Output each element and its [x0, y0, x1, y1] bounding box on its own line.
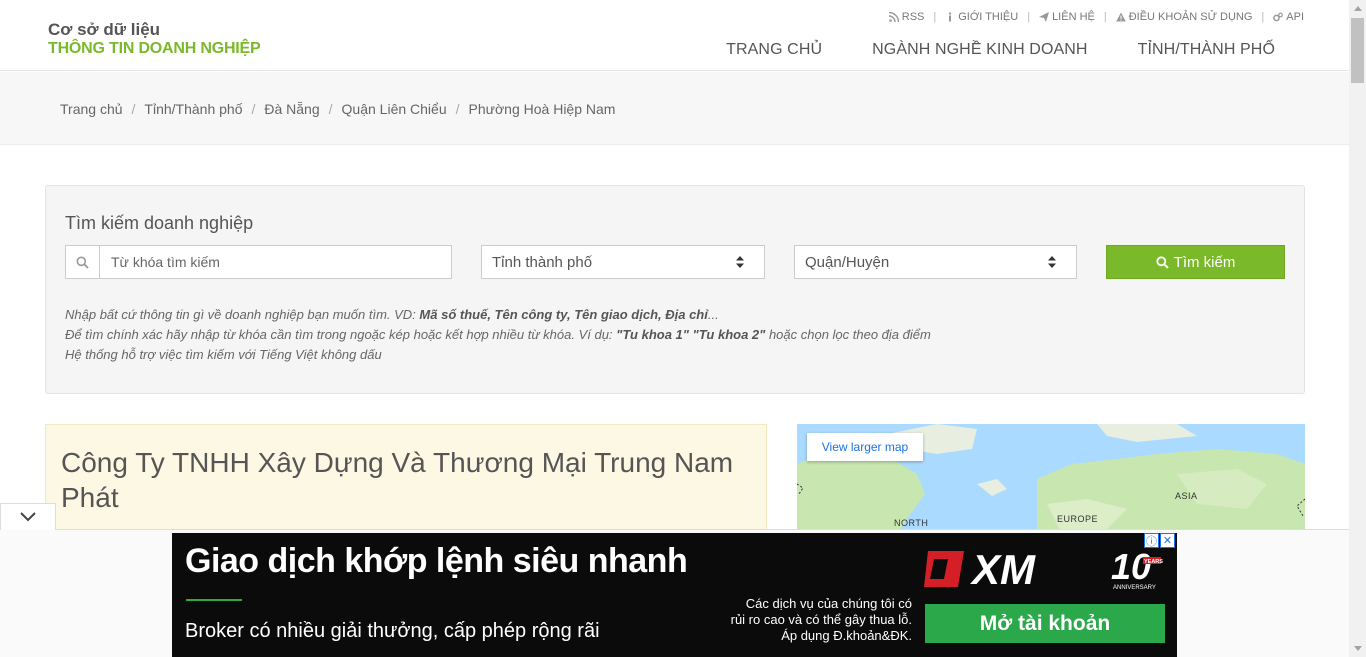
toplink-api-label: API — [1286, 11, 1304, 23]
map-label-north: NORTH — [894, 518, 929, 528]
map-label-europe: EUROPE — [1057, 514, 1099, 524]
breadcrumb-separator: / — [328, 101, 333, 117]
search-button-label: Tìm kiếm — [1173, 253, 1236, 271]
ad-disclaimer-line3: Áp dụng Đ.khoản&ĐK. — [781, 628, 912, 643]
ad-disclaimer-line2: rủi ro cao và có thể gây thua lỗ. — [730, 612, 912, 627]
page-scrollbar[interactable] — [1349, 0, 1366, 657]
anniversary-number: 10 — [1111, 546, 1151, 587]
keyword-search-field[interactable]: Từ khóa tìm kiếm — [65, 245, 452, 279]
hint-line-2: Để tìm chính xác hãy nhập từ khóa cần tì… — [65, 325, 931, 345]
hint2-text: Để tìm chính xác hãy nhập từ khóa cần tì… — [65, 327, 617, 342]
main-nav: TRANG CHỦ NGÀNH NGHỀ KINH DOANH TỈNH/THÀ… — [726, 41, 1275, 59]
breadcrumb-city[interactable]: Đà Nẵng — [264, 101, 319, 117]
toplink-api[interactable]: API — [1273, 11, 1304, 23]
hint1-bold: Mã số thuế, Tên công ty, Tên giao dịch, … — [419, 307, 708, 322]
search-icon — [1156, 255, 1169, 269]
ad-disclaimer-line1: Các dịch vụ của chúng tôi có — [745, 596, 912, 611]
toplink-terms[interactable]: ĐIỀU KHOẢN SỬ DỤNG — [1115, 11, 1253, 23]
ad-divider — [186, 599, 242, 601]
top-links: RSS | GIỚI THIỆU | LIÊN HỆ | ĐIỀU KHOẢN … — [888, 11, 1304, 23]
site-logo[interactable]: Cơ sở dữ liệu THÔNG TIN DOANH NGHIỆP — [48, 20, 261, 58]
search-button[interactable]: Tìm kiếm — [1106, 245, 1285, 279]
nav-industries[interactable]: NGÀNH NGHỀ KINH DOANH — [872, 41, 1087, 59]
hint-line-3: Hệ thống hỗ trợ việc tìm kiếm với Tiếng … — [65, 347, 382, 362]
toplink-about-label: GIỚI THIỆU — [958, 11, 1019, 23]
toplink-contact[interactable]: LIÊN HỆ — [1039, 11, 1095, 23]
paper-plane-icon — [1039, 12, 1050, 22]
logo-line2: THÔNG TIN DOANH NGHIỆP — [48, 40, 261, 57]
separator: | — [1027, 11, 1031, 23]
anniversary-years: YEARS — [1144, 559, 1163, 565]
ad-subline: Broker có nhiều giải thưởng, cấp phép rộ… — [185, 620, 600, 642]
xm-brand-text: XM — [970, 546, 1036, 591]
breadcrumb: Trang chủ / Tỉnh/Thành phố / Đà Nẵng / Q… — [60, 101, 615, 117]
breadcrumb-provinces[interactable]: Tỉnh/Thành phố — [144, 101, 242, 117]
toplink-rss-label: RSS — [901, 11, 925, 23]
chevron-down-icon — [20, 512, 36, 522]
toplink-about[interactable]: GIỚI THIỆU — [945, 11, 1018, 23]
toplink-terms-label: ĐIỀU KHOẢN SỬ DỤNG — [1128, 11, 1253, 23]
hint1-suffix: ... — [707, 307, 719, 322]
ad-collapse-button[interactable] — [0, 503, 56, 530]
breadcrumb-district[interactable]: Quận Liên Chiểu — [342, 101, 447, 117]
keyword-input[interactable]: Từ khóa tìm kiếm — [100, 246, 451, 278]
breadcrumb-separator: / — [251, 101, 256, 117]
province-select[interactable]: Tỉnh thành phố — [481, 245, 765, 279]
ad-choices[interactable]: ⓘ ✕ — [1144, 533, 1175, 548]
toplink-rss[interactable]: RSS — [888, 11, 925, 23]
separator: | — [1103, 11, 1107, 23]
nav-provinces[interactable]: TỈNH/THÀNH PHỐ — [1138, 41, 1275, 59]
sort-arrows-icon — [736, 256, 744, 268]
province-select-value: Tỉnh thành phố — [492, 253, 593, 271]
search-title: Tìm kiếm doanh nghiệp — [65, 213, 254, 233]
hint2-bold: "Tu khoa 1" "Tu khoa 2" — [616, 327, 766, 342]
ad-headline: Giao dịch khớp lệnh siêu nhanh — [185, 542, 688, 580]
logo-line1: Cơ sở dữ liệu — [48, 20, 161, 39]
company-map[interactable]: View larger map NORTH EUROPE ASIA — [797, 424, 1305, 544]
breadcrumb-separator: / — [455, 101, 460, 117]
breadcrumb-ward: Phường Hoà Hiệp Nam — [468, 101, 616, 117]
gears-icon — [1273, 12, 1284, 22]
company-card: Công Ty TNHH Xây Dựng Và Thương Mại Trun… — [45, 424, 767, 544]
breadcrumb-bar: Trang chủ / Tỉnh/Thành phố / Đà Nẵng / Q… — [0, 72, 1349, 145]
breadcrumb-home[interactable]: Trang chủ — [60, 101, 123, 117]
anniversary-label: ANNIVERSARY — [1113, 585, 1156, 591]
separator: | — [933, 11, 937, 23]
search-icon — [66, 246, 100, 278]
map-label-asia: ASIA — [1175, 491, 1198, 501]
anniversary-logo: 10 YEARS ANNIVERSARY — [1111, 546, 1163, 591]
ad-close-icon[interactable]: ✕ — [1160, 533, 1175, 548]
xm-logo: XM — [924, 546, 1036, 591]
nav-home[interactable]: TRANG CHỦ — [726, 41, 822, 59]
rss-icon — [888, 12, 899, 22]
open-account-button[interactable]: Mở tài khoản — [925, 604, 1165, 643]
hint-line-1: Nhập bất cứ thông tin gì về doanh nghiệp… — [65, 305, 931, 325]
scrollbar-thumb[interactable] — [1351, 18, 1364, 83]
ad-disclaimer: Các dịch vụ của chúng tôi có rủi ro cao … — [709, 596, 912, 644]
view-larger-map-link[interactable]: View larger map — [807, 433, 923, 461]
company-name: Công Ty TNHH Xây Dựng Và Thương Mại Trun… — [61, 447, 734, 513]
hint2-suffix: hoặc chọn lọc theo địa điểm — [765, 327, 931, 342]
ad-info-icon[interactable]: ⓘ — [1144, 533, 1159, 548]
search-hints: Nhập bất cứ thông tin gì về doanh nghiệp… — [65, 305, 931, 365]
search-panel: Tìm kiếm doanh nghiệp Từ khóa tìm kiếm T… — [45, 185, 1305, 394]
hint1-text: Nhập bất cứ thông tin gì về doanh nghiệp… — [65, 307, 420, 322]
district-select[interactable]: Quận/Huyện — [794, 245, 1077, 279]
toplink-contact-label: LIÊN HỆ — [1052, 11, 1095, 23]
separator: | — [1261, 11, 1265, 23]
scroll-up-arrow-icon[interactable] — [1349, 0, 1366, 17]
district-select-value: Quận/Huyện — [805, 253, 890, 271]
breadcrumb-separator: / — [131, 101, 136, 117]
scroll-down-arrow-icon[interactable] — [1349, 640, 1366, 657]
info-icon — [949, 12, 952, 22]
xm-advertisement[interactable]: Giao dịch khớp lệnh siêu nhanh Broker có… — [172, 533, 1177, 657]
site-header: Cơ sở dữ liệu THÔNG TIN DOANH NGHIỆP RSS… — [0, 0, 1349, 71]
warning-icon — [1115, 12, 1126, 22]
sort-arrows-icon — [1048, 256, 1056, 268]
